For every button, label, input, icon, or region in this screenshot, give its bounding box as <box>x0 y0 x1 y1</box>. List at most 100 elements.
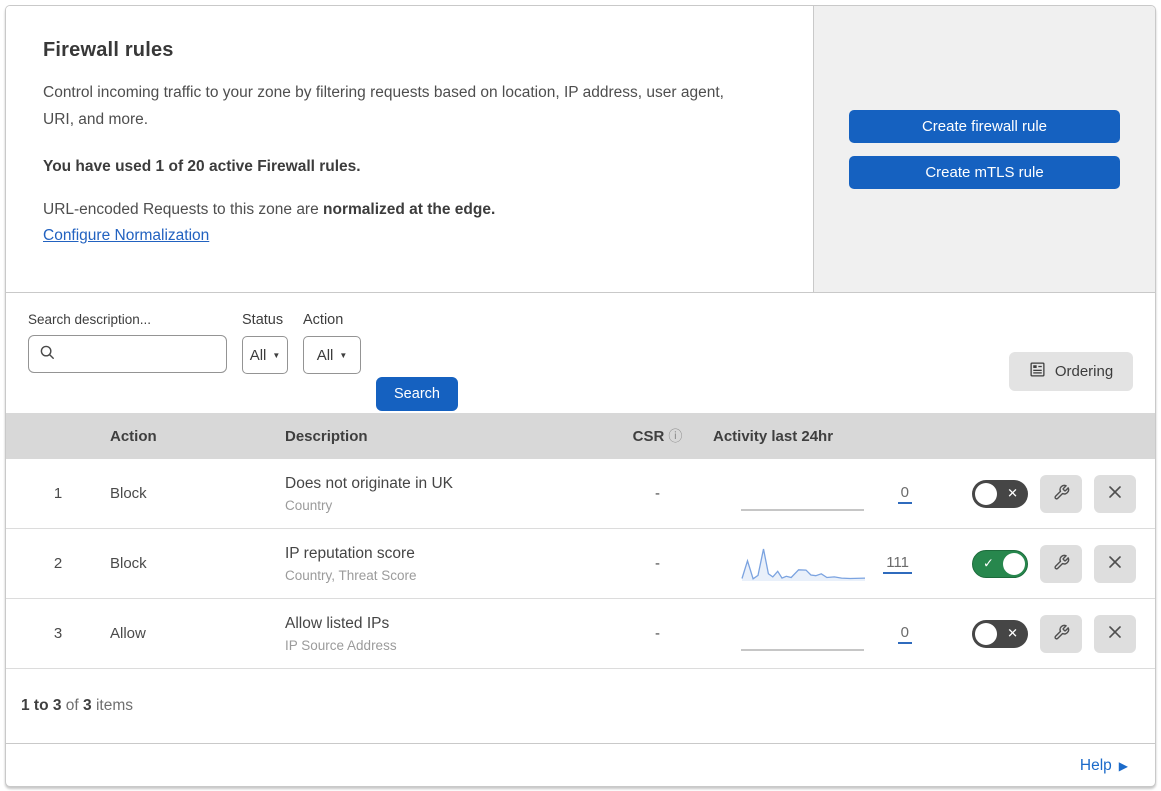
column-csr-label: CSR <box>632 428 665 445</box>
rule-description-cell: Does not originate in UK Country <box>285 475 610 513</box>
info-icon[interactable]: ⓘ <box>668 428 682 444</box>
chevron-down-icon: ▼ <box>339 350 348 360</box>
edit-rule-button[interactable] <box>1040 544 1082 583</box>
ordering-button[interactable]: Ordering <box>1009 352 1133 391</box>
rule-csr: - <box>655 555 660 572</box>
delete-rule-button[interactable] <box>1094 614 1136 653</box>
search-input[interactable] <box>63 346 244 362</box>
status-select-value: All <box>249 346 267 364</box>
wrench-icon <box>1053 624 1070 644</box>
wrench-icon <box>1053 554 1070 574</box>
delete-rule-button[interactable] <box>1094 474 1136 513</box>
rule-action: Block <box>110 555 147 572</box>
items-range: 1 to 3 <box>21 697 62 714</box>
edit-rule-button[interactable] <box>1040 474 1082 513</box>
rule-action: Allow <box>110 625 146 642</box>
rule-priority: 1 <box>53 485 63 502</box>
arrow-right-icon: ▶ <box>1118 759 1128 773</box>
configure-normalization-link[interactable]: Configure Normalization <box>43 227 209 245</box>
column-action: Action <box>110 427 157 445</box>
rule-fields: Country, Threat Score <box>285 567 417 583</box>
rule-csr: - <box>655 485 660 502</box>
help-label: Help <box>1079 757 1112 774</box>
create-mtls-rule-button[interactable]: Create mTLS rule <box>849 155 1120 189</box>
edit-rule-button[interactable] <box>1040 614 1082 653</box>
action-label: Action <box>303 312 344 328</box>
close-icon <box>1107 554 1123 573</box>
column-csr: CSR ⓘ <box>610 426 705 446</box>
rule-action: Block <box>110 485 147 502</box>
header-section: Firewall rules Control incoming traffic … <box>6 6 1155 293</box>
action-select[interactable]: All ▼ <box>303 336 361 374</box>
rule-description-cell: Allow listed IPs IP Source Address <box>285 615 610 653</box>
rule-activity-cell: 111 <box>705 546 936 582</box>
toggle-knob <box>975 482 997 505</box>
activity-count-link[interactable]: 0 <box>897 484 912 504</box>
x-icon: ✕ <box>1007 625 1018 641</box>
toggle-knob <box>975 622 997 645</box>
rule-csr: - <box>655 625 660 642</box>
table-row: 1 Block Does not originate in UK Country… <box>6 459 1155 529</box>
rule-description: IP reputation score <box>285 544 415 562</box>
rule-description: Does not originate in UK <box>285 474 454 492</box>
actions-panel: Create firewall rule Create mTLS rule <box>813 6 1155 292</box>
search-button[interactable]: Search <box>376 377 458 411</box>
items-text: items <box>91 697 133 714</box>
enable-toggle[interactable]: ✓ ✕ <box>972 479 1028 508</box>
normalization-note: URL-encoded Requests to this zone are no… <box>43 201 773 219</box>
ordering-label: Ordering <box>1054 363 1114 380</box>
enable-toggle[interactable]: ✓ ✕ <box>972 549 1028 578</box>
rule-description-cell: IP reputation score Country, Threat Scor… <box>285 545 610 583</box>
status-label: Status <box>242 312 284 328</box>
activity-count-link[interactable]: 0 <box>897 624 912 644</box>
normalization-prefix: URL-encoded Requests to this zone are <box>43 201 324 218</box>
page-description: Control incoming traffic to your zone by… <box>43 84 724 128</box>
activity-sparkline <box>741 476 866 512</box>
action-filter-group: Action All ▼ <box>303 312 361 413</box>
firewall-rules-card: Firewall rules Control incoming traffic … <box>5 5 1156 787</box>
usage-summary: You have used 1 of 20 active Firewall ru… <box>43 158 361 175</box>
help-bar: Help ▶ <box>6 744 1155 786</box>
status-select[interactable]: All ▼ <box>242 336 288 374</box>
column-activity: Activity last 24hr <box>713 427 834 445</box>
check-icon: ✓ <box>983 555 994 571</box>
delete-rule-button[interactable] <box>1094 544 1136 583</box>
search-icon <box>39 344 55 365</box>
activity-sparkline <box>741 546 866 582</box>
enable-toggle[interactable]: ✓ ✕ <box>972 619 1028 648</box>
column-description: Description <box>285 427 368 445</box>
page-title: Firewall rules <box>43 39 174 61</box>
x-icon: ✕ <box>1007 485 1018 501</box>
table-row: 3 Allow Allow listed IPs IP Source Addre… <box>6 599 1155 669</box>
rule-fields: IP Source Address <box>285 637 397 653</box>
normalization-bold: normalized at the edge. <box>323 201 496 218</box>
chevron-down-icon: ▼ <box>272 350 281 360</box>
rule-priority: 3 <box>53 625 63 642</box>
filter-bar: Search description... Status All ▼ Actio… <box>6 293 1155 413</box>
rule-activity-cell: 0 <box>705 476 936 512</box>
activity-count-link[interactable]: 111 <box>883 554 912 574</box>
of-text: of <box>61 697 84 714</box>
create-firewall-rule-button[interactable]: Create firewall rule <box>849 109 1120 143</box>
rule-controls: ✓ ✕ <box>936 614 1155 653</box>
action-select-value: All <box>316 346 334 364</box>
ordering-icon <box>1029 361 1046 382</box>
header-text-block: Firewall rules Control incoming traffic … <box>6 6 813 292</box>
table-header: Action Description CSR ⓘ Activity last 24… <box>6 413 1155 459</box>
close-icon <box>1107 484 1123 503</box>
wrench-icon <box>1053 484 1070 504</box>
table-row: 2 Block IP reputation score Country, Thr… <box>6 529 1155 599</box>
items-total: 3 <box>83 697 92 714</box>
pagination-summary: 1 to 3 of 3 items <box>6 669 1155 744</box>
search-label: Search description... <box>28 312 152 327</box>
search-group: Search description... <box>28 312 244 413</box>
rule-controls: ✓ ✕ <box>936 474 1155 513</box>
rule-activity-cell: 0 <box>705 616 936 652</box>
toggle-knob <box>1003 552 1025 575</box>
activity-sparkline <box>741 616 866 652</box>
status-filter-group: Status All ▼ <box>242 312 288 413</box>
rule-fields: Country <box>285 497 333 513</box>
rule-priority: 2 <box>53 555 63 572</box>
help-link[interactable]: Help ▶ <box>1080 757 1128 775</box>
search-field-wrap <box>28 335 244 373</box>
